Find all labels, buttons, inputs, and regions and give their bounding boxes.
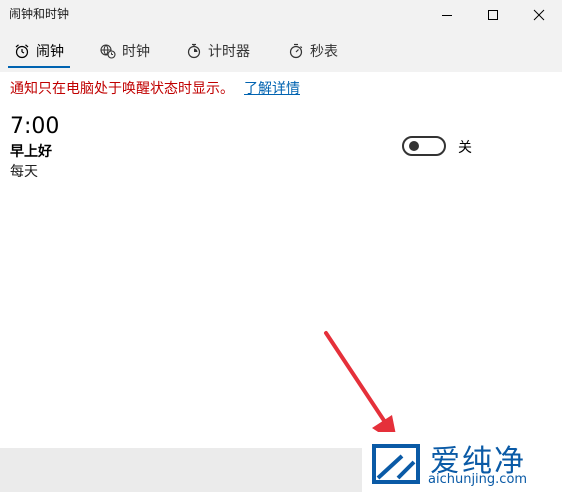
- annotation-arrow: [324, 331, 398, 445]
- watermark-url: aichunjing.com: [428, 472, 528, 487]
- watermark-logo-icon: [372, 444, 420, 484]
- watermark: 爱纯净 aichunjing.com: [362, 432, 562, 492]
